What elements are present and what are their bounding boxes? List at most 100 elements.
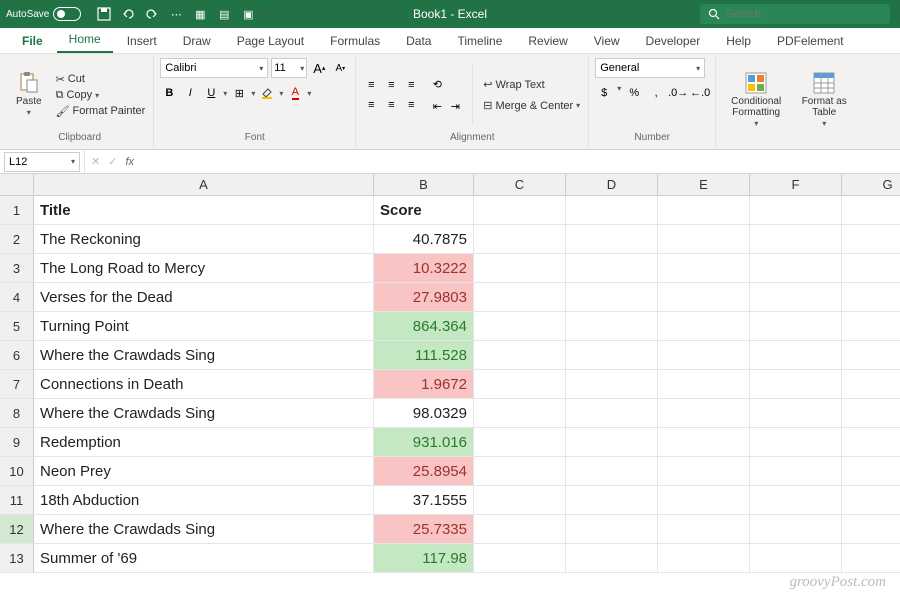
- cell-A11[interactable]: 18th Abduction: [34, 486, 374, 515]
- cell-D6[interactable]: [566, 341, 658, 370]
- cell-E1[interactable]: [658, 196, 750, 225]
- tab-data[interactable]: Data: [394, 29, 443, 53]
- align-middle-button[interactable]: ≡: [382, 76, 400, 94]
- cell-B11[interactable]: 37.1555: [374, 486, 474, 515]
- tab-view[interactable]: View: [582, 29, 632, 53]
- row-head-7[interactable]: 7: [0, 370, 34, 399]
- cell-E10[interactable]: [658, 457, 750, 486]
- cell-A13[interactable]: Summer of '69: [34, 544, 374, 573]
- cell-D3[interactable]: [566, 254, 658, 283]
- decrease-indent-button[interactable]: ⇤: [428, 97, 446, 115]
- undo-icon[interactable]: [121, 7, 135, 21]
- cell-G4[interactable]: [842, 283, 900, 312]
- qat-icon-2[interactable]: ▦: [193, 7, 207, 21]
- font-name-selector[interactable]: Calibri▾: [160, 58, 268, 78]
- cell-D5[interactable]: [566, 312, 658, 341]
- cell-C10[interactable]: [474, 457, 566, 486]
- row-head-6[interactable]: 6: [0, 341, 34, 370]
- row-head-10[interactable]: 10: [0, 457, 34, 486]
- cell-F5[interactable]: [750, 312, 842, 341]
- increase-indent-button[interactable]: ⇥: [446, 97, 464, 115]
- cell-A6[interactable]: Where the Crawdads Sing: [34, 341, 374, 370]
- row-head-4[interactable]: 4: [0, 283, 34, 312]
- italic-button[interactable]: I: [181, 84, 199, 102]
- cell-E9[interactable]: [658, 428, 750, 457]
- cell-G2[interactable]: [842, 225, 900, 254]
- tab-developer[interactable]: Developer: [634, 29, 713, 53]
- cell-A4[interactable]: Verses for the Dead: [34, 283, 374, 312]
- cell-G13[interactable]: [842, 544, 900, 573]
- comma-button[interactable]: ,: [647, 84, 665, 102]
- col-head-A[interactable]: A: [34, 174, 374, 196]
- cell-F9[interactable]: [750, 428, 842, 457]
- increase-decimal-button[interactable]: .0→: [669, 84, 687, 102]
- redo-icon[interactable]: [145, 7, 159, 21]
- cell-D2[interactable]: [566, 225, 658, 254]
- qat-icon-3[interactable]: ▤: [217, 7, 231, 21]
- cell-D10[interactable]: [566, 457, 658, 486]
- cell-A10[interactable]: Neon Prey: [34, 457, 374, 486]
- col-head-F[interactable]: F: [750, 174, 842, 196]
- cell-A1[interactable]: Title: [34, 196, 374, 225]
- tab-draw[interactable]: Draw: [171, 29, 223, 53]
- cell-B10[interactable]: 25.8954: [374, 457, 474, 486]
- cell-E11[interactable]: [658, 486, 750, 515]
- font-size-selector[interactable]: 11▾: [271, 58, 307, 78]
- align-right-button[interactable]: ≡: [402, 96, 420, 114]
- cell-D13[interactable]: [566, 544, 658, 573]
- enter-icon[interactable]: ✓: [108, 155, 117, 168]
- align-center-button[interactable]: ≡: [382, 96, 400, 114]
- cell-G6[interactable]: [842, 341, 900, 370]
- align-bottom-button[interactable]: ≡: [402, 76, 420, 94]
- cell-F13[interactable]: [750, 544, 842, 573]
- toggle-off-icon[interactable]: [53, 7, 81, 21]
- cell-B6[interactable]: 111.528: [374, 341, 474, 370]
- cell-A8[interactable]: Where the Crawdads Sing: [34, 399, 374, 428]
- formula-input[interactable]: [140, 155, 900, 169]
- tab-timeline[interactable]: Timeline: [445, 29, 514, 53]
- cell-C11[interactable]: [474, 486, 566, 515]
- qat-icon-4[interactable]: ▣: [241, 7, 255, 21]
- tab-help[interactable]: Help: [714, 29, 763, 53]
- cell-F2[interactable]: [750, 225, 842, 254]
- cell-D1[interactable]: [566, 196, 658, 225]
- tab-pdfelement[interactable]: PDFelement: [765, 29, 856, 53]
- cell-G3[interactable]: [842, 254, 900, 283]
- cell-F1[interactable]: [750, 196, 842, 225]
- grow-font-button[interactable]: A▴: [310, 59, 328, 77]
- row-head-11[interactable]: 11: [0, 486, 34, 515]
- cell-E3[interactable]: [658, 254, 750, 283]
- accounting-button[interactable]: $: [595, 84, 613, 102]
- cell-G7[interactable]: [842, 370, 900, 399]
- cell-C9[interactable]: [474, 428, 566, 457]
- cell-F3[interactable]: [750, 254, 842, 283]
- align-left-button[interactable]: ≡: [362, 96, 380, 114]
- search-input[interactable]: [726, 8, 882, 20]
- format-as-table-button[interactable]: Format as Table▾: [794, 70, 854, 131]
- cell-C3[interactable]: [474, 254, 566, 283]
- cell-E6[interactable]: [658, 341, 750, 370]
- cell-F11[interactable]: [750, 486, 842, 515]
- border-button[interactable]: ⊞: [230, 84, 248, 102]
- cell-E2[interactable]: [658, 225, 750, 254]
- cell-G9[interactable]: [842, 428, 900, 457]
- cell-F10[interactable]: [750, 457, 842, 486]
- row-head-9[interactable]: 9: [0, 428, 34, 457]
- col-head-E[interactable]: E: [658, 174, 750, 196]
- row-head-8[interactable]: 8: [0, 399, 34, 428]
- cell-B2[interactable]: 40.7875: [374, 225, 474, 254]
- cell-D9[interactable]: [566, 428, 658, 457]
- cell-D4[interactable]: [566, 283, 658, 312]
- cell-A7[interactable]: Connections in Death: [34, 370, 374, 399]
- orientation-button[interactable]: ⟲: [428, 75, 446, 93]
- qat-icon-1[interactable]: ⋯: [169, 7, 183, 21]
- row-head-3[interactable]: 3: [0, 254, 34, 283]
- cell-E7[interactable]: [658, 370, 750, 399]
- cell-E5[interactable]: [658, 312, 750, 341]
- underline-button[interactable]: U: [202, 84, 220, 102]
- cell-A3[interactable]: The Long Road to Mercy: [34, 254, 374, 283]
- tab-home[interactable]: Home: [57, 27, 113, 53]
- select-all-corner[interactable]: [0, 174, 34, 196]
- cell-D7[interactable]: [566, 370, 658, 399]
- cell-E12[interactable]: [658, 515, 750, 544]
